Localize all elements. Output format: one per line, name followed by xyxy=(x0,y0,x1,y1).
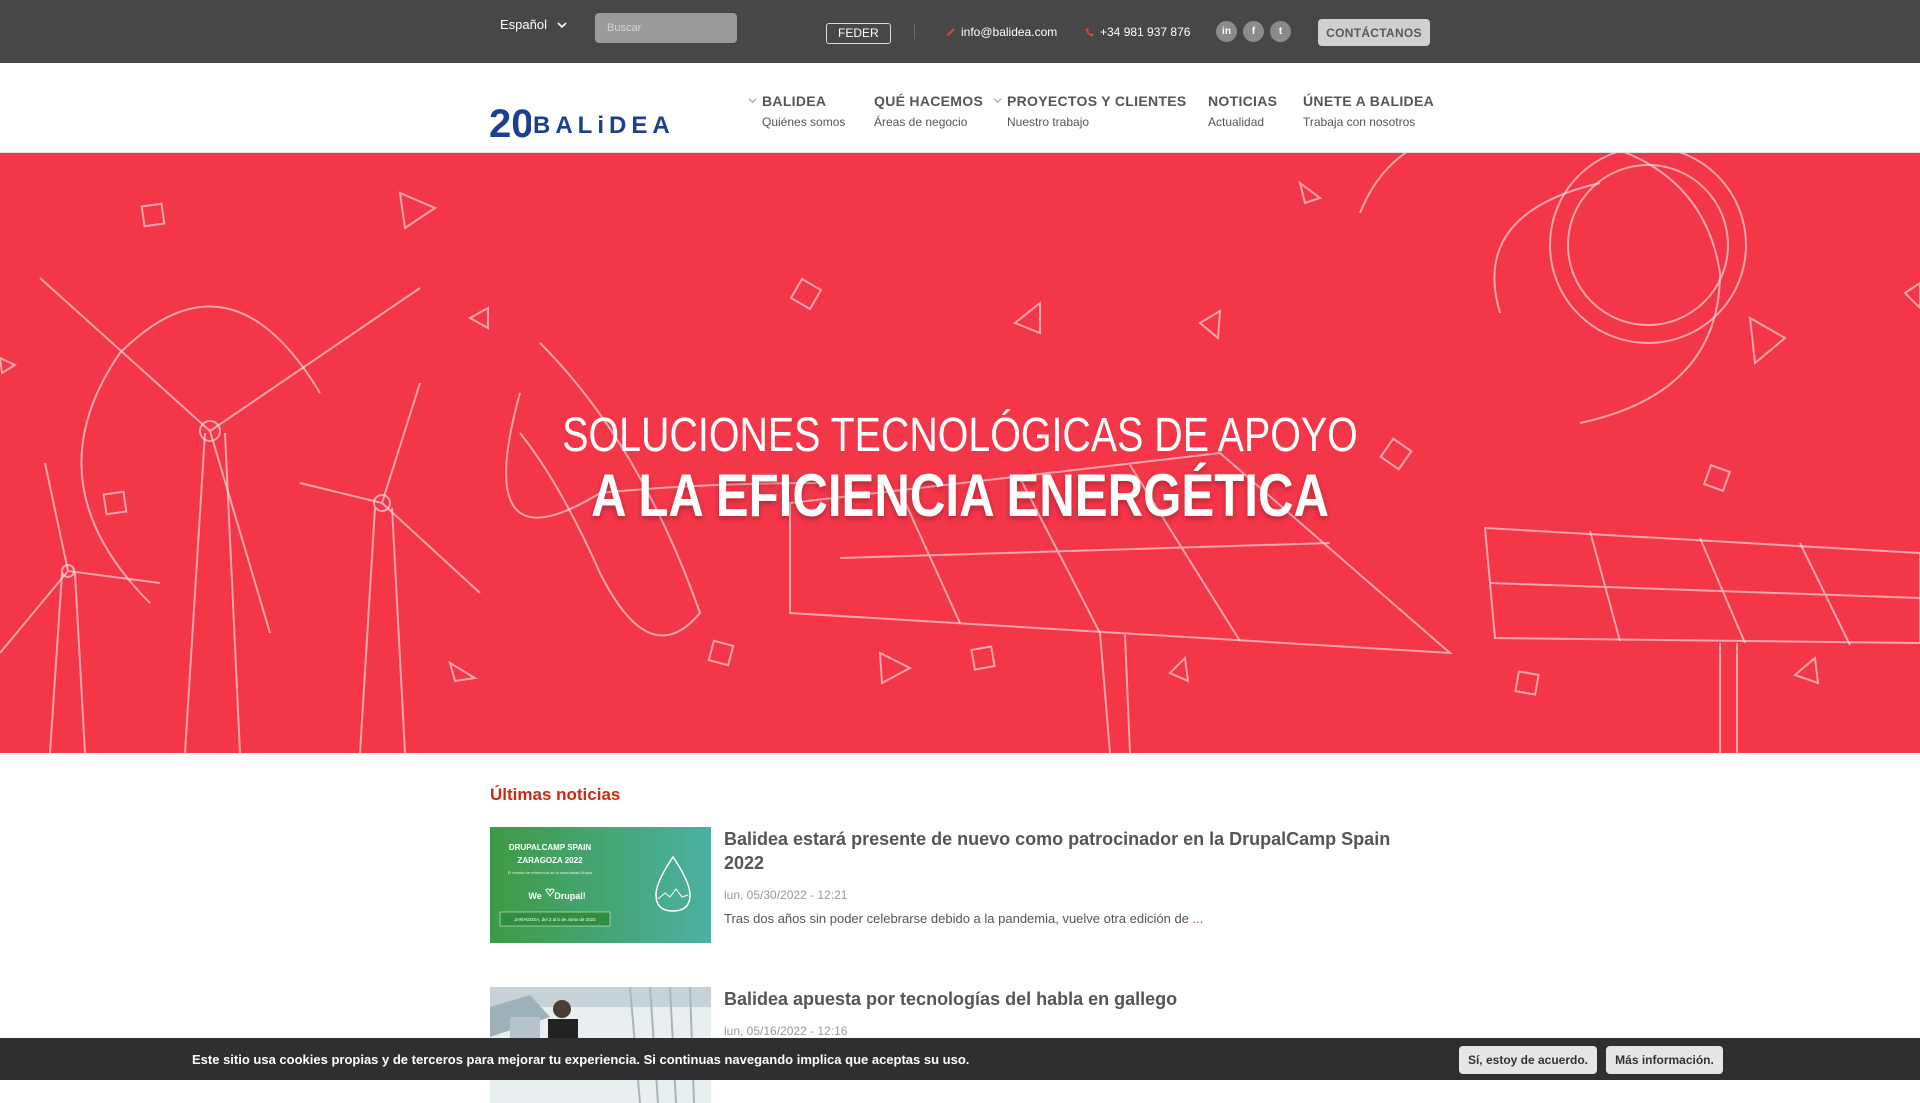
thumb-drupal: Drupal! xyxy=(554,891,586,901)
thumb-footer: ZARAGOZA, del 3 al 5 de Junio de 2022 xyxy=(514,917,596,922)
chevron-down-icon xyxy=(557,21,567,28)
chevron-down-icon xyxy=(993,98,1002,104)
email-link[interactable]: info@balidea.com xyxy=(946,25,1057,39)
nav-subtitle: Nuestro trabajo xyxy=(1007,115,1090,129)
nav-que-hacemos[interactable]: QUÉ HACEMOS Áreas de negocio xyxy=(874,93,983,129)
phone-link[interactable]: +34 981 937 876 xyxy=(1085,25,1190,39)
feder-link[interactable]: FEDER xyxy=(826,23,891,44)
nav-title: QUÉ HACEMOS xyxy=(874,93,984,109)
news-title[interactable]: Balidea apuesta por tecnologías del habl… xyxy=(724,987,1424,1011)
thumb-line3: El evento de referencia de la comunidad … xyxy=(508,870,593,875)
phone-icon xyxy=(1085,28,1094,37)
thumb-line1: DRUPALCAMP SPAIN xyxy=(509,843,591,852)
nav-subtitle: Quiénes somos xyxy=(762,115,846,129)
hero-heading-line1: SOLUCIONES TECNOLÓGICAS DE APOYO xyxy=(562,409,1358,462)
thumb-line2: ZARAGOZA 2022 xyxy=(517,856,583,865)
nav-unete[interactable]: ÚNETE A BALIDEA Trabaja con nosotros xyxy=(1303,93,1434,129)
hero-banner: SOLUCIONES TECNOLÓGICAS DE APOYO A LA EF… xyxy=(0,153,1920,753)
contact-button[interactable]: CONTÁCTANOS xyxy=(1318,19,1430,46)
language-selector[interactable]: Español xyxy=(500,17,567,32)
news-title[interactable]: Balidea estará presente de nuevo como pa… xyxy=(724,827,1424,875)
nav-proyectos-clientes[interactable]: PROYECTOS Y CLIENTES Nuestro trabajo xyxy=(993,93,1187,129)
news-section-title: Últimas noticias xyxy=(490,785,621,804)
more-info-button[interactable]: Más información. xyxy=(1606,1046,1723,1074)
cookie-banner: Este sitio usa cookies propias y de terc… xyxy=(0,1038,1920,1080)
divider xyxy=(914,24,915,39)
facebook-icon[interactable]: f xyxy=(1243,21,1264,42)
nav-subtitle: Trabaja con nosotros xyxy=(1303,115,1416,129)
twitter-icon[interactable]: t xyxy=(1270,21,1291,42)
nav-subtitle: Áreas de negocio xyxy=(874,115,968,129)
news-thumbnail[interactable]: DRUPALCAMP SPAIN ZARAGOZA 2022 El evento… xyxy=(490,827,711,943)
cookie-message: Este sitio usa cookies propias y de terc… xyxy=(192,1052,970,1067)
thumb-we: We xyxy=(528,891,541,901)
social-links: in f t xyxy=(1216,21,1291,42)
solar-panel-right xyxy=(1483,526,1920,753)
nav-subtitle: Actualidad xyxy=(1208,115,1265,129)
nav-balidea[interactable]: BALIDEA Quiénes somos xyxy=(748,93,846,129)
wind-turbine-small xyxy=(0,462,161,753)
excerpt-text: Tras dos años sin poder celebrarse debid… xyxy=(724,911,1193,926)
news-excerpt: Tras dos años sin poder celebrarse debid… xyxy=(724,911,1203,926)
email-text: info@balidea.com xyxy=(961,25,1058,39)
chevron-down-icon xyxy=(748,98,757,104)
accept-cookies-button[interactable]: Sí, estoy de acuerdo. xyxy=(1459,1046,1597,1074)
search-input[interactable] xyxy=(595,13,737,43)
nav-title: ÚNETE A BALIDEA xyxy=(1303,93,1435,109)
nav-title: NOTICIAS xyxy=(1208,93,1278,109)
news-date: lun, 05/16/2022 - 12:16 xyxy=(724,1024,848,1038)
language-label: Español xyxy=(500,17,547,32)
news-item: DRUPALCAMP SPAIN ZARAGOZA 2022 El evento… xyxy=(490,827,1430,945)
pencil-icon xyxy=(947,28,955,36)
logo[interactable]: 20 BALiDEA xyxy=(489,99,711,141)
sun-circles xyxy=(1359,153,1747,424)
top-bar: Español FEDER info@balidea.com +34 981 9… xyxy=(0,0,1920,63)
logo-number: 20 xyxy=(489,102,531,141)
phone-text: +34 981 937 876 xyxy=(1100,25,1191,39)
logo-mark: 20 xyxy=(489,102,531,141)
main-header: 20 BALiDEA BALIDEA Quiénes somos QUÉ HAC… xyxy=(0,63,1920,153)
nav-noticias[interactable]: NOTICIAS Actualidad xyxy=(1208,93,1277,129)
nav-title: PROYECTOS Y CLIENTES xyxy=(1007,93,1187,109)
nav-title: BALIDEA xyxy=(762,93,827,109)
news-date: lun, 05/30/2022 - 12:21 xyxy=(724,888,848,902)
logo-wordmark: BALiDEA xyxy=(533,112,675,139)
read-more-link[interactable]: ... xyxy=(1193,911,1204,926)
linkedin-icon[interactable]: in xyxy=(1216,21,1237,42)
hero-heading-line2: A LA EFICIENCIA ENERGÉTICA xyxy=(590,462,1330,529)
